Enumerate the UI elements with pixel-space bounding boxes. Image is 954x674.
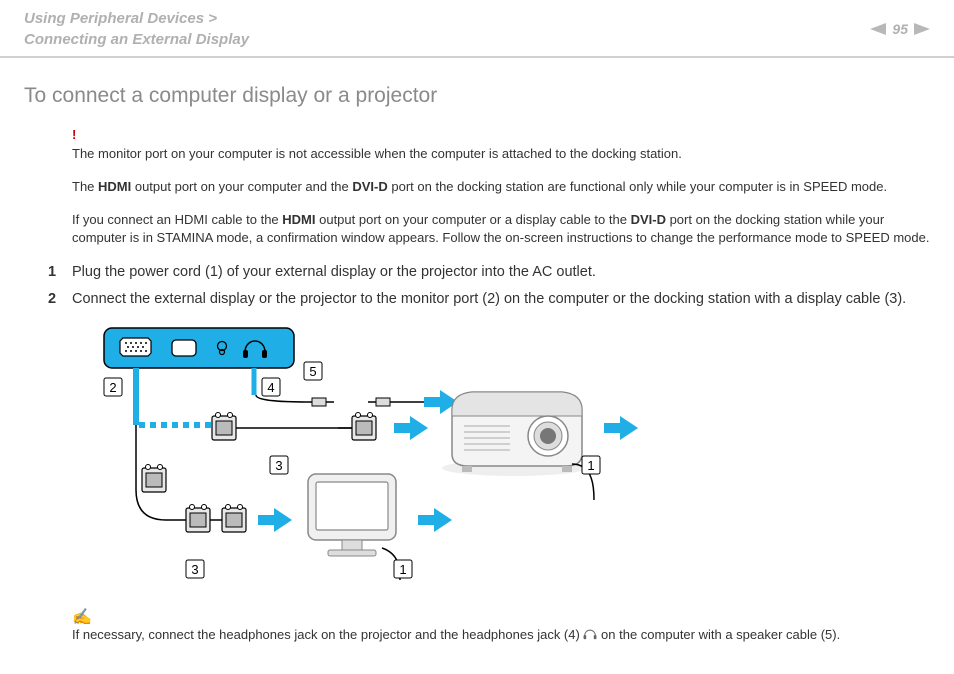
- breadcrumb-line2: Connecting an External Display: [24, 31, 249, 48]
- connection-diagram: 2 4 5: [94, 320, 930, 603]
- breadcrumb-line1: Using Peripheral Devices >: [24, 10, 217, 27]
- breadcrumb: Using Peripheral Devices > Connecting an…: [24, 8, 249, 50]
- steps-list: Plug the power cord (1) of your external…: [24, 262, 930, 310]
- headphone-icon: [583, 627, 597, 642]
- warning-line3: If you connect an HDMI cable to the HDMI…: [72, 211, 930, 249]
- tip-note: ✍ If necessary, connect the headphones j…: [72, 607, 930, 642]
- tip-text-pre: If necessary, connect the headphones jac…: [72, 627, 583, 642]
- arrow-icon: [604, 416, 638, 440]
- step-1: Plug the power cord (1) of your external…: [48, 262, 930, 283]
- warning-icon: !: [72, 126, 930, 145]
- diagram-label-5: 5: [304, 362, 322, 380]
- diagram-label-1b: 1: [394, 560, 412, 578]
- diagram-label-1: 1: [582, 456, 600, 474]
- page-navigation: 95: [870, 21, 930, 37]
- monitor-icon: [308, 474, 400, 580]
- svg-text:3: 3: [275, 458, 282, 473]
- diagram-label-2: 2: [104, 378, 122, 396]
- diagram-label-3b: 3: [186, 560, 204, 578]
- svg-text:2: 2: [109, 380, 116, 395]
- page-title: To connect a computer display or a proje…: [24, 84, 930, 108]
- svg-text:3: 3: [191, 562, 198, 577]
- svg-text:4: 4: [267, 380, 274, 395]
- arrow-icon: [394, 416, 428, 440]
- arrow-icon: [418, 508, 452, 532]
- page-number: 95: [892, 21, 908, 37]
- arrow-icon: [258, 508, 292, 532]
- svg-text:1: 1: [399, 562, 406, 577]
- step-2: Connect the external display or the proj…: [48, 289, 930, 310]
- warning-line2: The HDMI output port on your computer an…: [72, 178, 930, 197]
- warning-note: ! The monitor port on your computer is n…: [72, 126, 930, 164]
- projector-icon: [442, 392, 594, 500]
- tip-text-post: on the computer with a speaker cable (5)…: [597, 627, 840, 642]
- next-page-arrow-icon[interactable]: [914, 23, 930, 35]
- warning-line1: The monitor port on your computer is not…: [72, 146, 682, 161]
- prev-page-arrow-icon[interactable]: [870, 23, 886, 35]
- tip-icon: ✍: [72, 607, 930, 627]
- svg-text:1: 1: [587, 458, 594, 473]
- svg-text:5: 5: [309, 364, 316, 379]
- diagram-label-3: 3: [270, 456, 288, 474]
- diagram-label-4: 4: [262, 378, 280, 396]
